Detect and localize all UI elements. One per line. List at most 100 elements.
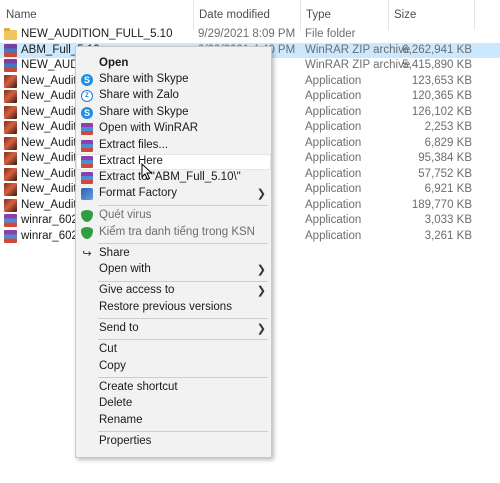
- menu-item-format-factory[interactable]: Format Factory ❯: [76, 186, 271, 202]
- menu-item-label: Cut: [99, 343, 117, 355]
- menu-item-label: Format Factory: [99, 187, 177, 199]
- file-size: 6,921 KB: [424, 183, 472, 195]
- winrar-icon: [4, 229, 17, 243]
- column-divider[interactable]: [300, 0, 301, 30]
- menu-separator: [98, 318, 268, 319]
- menu-item-rename[interactable]: Rename: [76, 413, 271, 429]
- zip-archive-icon: [4, 43, 17, 57]
- file-type: Application: [305, 74, 362, 87]
- column-header-bar: Name Date modified Type Size: [0, 0, 500, 30]
- chevron-right-icon: ❯: [256, 285, 266, 297]
- menu-item-label: Create shortcut: [99, 381, 178, 393]
- menu-separator: [98, 339, 268, 340]
- file-type: Application: [305, 214, 362, 226]
- file-type: Application: [305, 183, 362, 195]
- menu-item-label: Open with: [99, 263, 151, 275]
- menu-item-scan-virus[interactable]: Quét virus: [76, 208, 271, 224]
- menu-item-label: Properties: [99, 435, 152, 447]
- menu-separator: [98, 377, 268, 378]
- file-type: Application: [305, 105, 362, 118]
- menu-item-open-with[interactable]: Open with ❯: [76, 262, 271, 278]
- menu-item-label: Rename: [99, 414, 143, 426]
- menu-item-label: Extract to "ABM_Full_5.10\": [99, 171, 241, 183]
- menu-item-create-shortcut[interactable]: Create shortcut: [76, 380, 271, 396]
- column-divider[interactable]: [388, 0, 389, 30]
- menu-item-label: Send to: [99, 322, 139, 334]
- menu-item-share[interactable]: ↪ Share: [76, 246, 271, 262]
- column-header-type[interactable]: Type: [306, 9, 331, 21]
- menu-item-share-with-skype[interactable]: S Share with Skype: [76, 72, 271, 88]
- winrar-icon: [81, 140, 93, 152]
- share-icon: ↪: [82, 248, 92, 260]
- winrar-icon: [81, 123, 93, 135]
- file-type: Application: [305, 90, 362, 102]
- column-divider[interactable]: [474, 0, 475, 30]
- menu-item-label: Delete: [99, 397, 133, 409]
- menu-item-label: Open: [99, 57, 129, 69]
- winrar-icon: [4, 214, 17, 227]
- application-icon: [4, 152, 17, 165]
- menu-item-ksn-reputation[interactable]: Kiểm tra danh tiếng trong KSN: [76, 225, 271, 241]
- file-size: 5,415,890 KB: [402, 59, 472, 71]
- menu-separator: [98, 281, 268, 282]
- menu-item-label: Copy: [99, 360, 126, 372]
- context-menu: Open S Share with Skype Z Share with Zal…: [75, 46, 272, 458]
- menu-item-extract-here[interactable]: Extract Here: [76, 154, 271, 170]
- chevron-right-icon: ❯: [256, 188, 266, 200]
- winrar-icon: [81, 172, 93, 184]
- menu-item-restore-previous-versions[interactable]: Restore previous versions: [76, 300, 271, 316]
- file-type: Application: [305, 167, 362, 180]
- menu-item-label: Share: [99, 247, 130, 259]
- file-size: 126,102 KB: [411, 105, 472, 118]
- skype-icon: S: [81, 74, 93, 86]
- application-icon: [4, 136, 17, 150]
- file-size: 2,253 KB: [424, 121, 472, 133]
- menu-item-label: Extract files...: [99, 139, 169, 151]
- menu-item-extract-files[interactable]: Extract files...: [76, 138, 271, 154]
- menu-item-label: Restore previous versions: [99, 301, 232, 313]
- file-type: Application: [305, 198, 362, 211]
- menu-item-share-with-zalo[interactable]: Z Share with Zalo: [76, 88, 271, 104]
- chevron-right-icon: ❯: [256, 264, 266, 276]
- menu-item-share-with-skype-2[interactable]: S Share with Skype: [76, 105, 271, 121]
- menu-separator: [98, 243, 268, 244]
- shield-icon: [81, 210, 93, 222]
- file-size: 6,262,941 KB: [402, 43, 472, 56]
- application-icon: [4, 121, 17, 134]
- column-header-date-modified[interactable]: Date modified: [199, 9, 270, 21]
- skype-icon: S: [81, 107, 93, 119]
- menu-item-label: Extract Here: [99, 155, 163, 167]
- menu-item-copy[interactable]: Copy: [76, 359, 271, 375]
- file-size: 3,033 KB: [424, 214, 472, 226]
- file-type: File folder: [305, 28, 356, 40]
- column-header-size[interactable]: Size: [394, 9, 416, 21]
- zalo-icon: Z: [81, 90, 93, 102]
- file-size: 57,752 KB: [418, 167, 472, 180]
- menu-item-label: Kiểm tra danh tiếng trong KSN: [99, 226, 255, 238]
- menu-item-delete[interactable]: Delete: [76, 396, 271, 412]
- file-name: NEW_AUDITION_FULL_5.10: [21, 28, 173, 40]
- file-date: 9/29/2021 8:09 PM: [198, 28, 296, 40]
- application-icon: [4, 90, 17, 103]
- menu-item-open[interactable]: Open: [76, 56, 271, 72]
- menu-item-send-to[interactable]: Send to ❯: [76, 321, 271, 337]
- file-type: Application: [305, 121, 362, 133]
- menu-item-give-access-to[interactable]: Give access to ❯: [76, 283, 271, 299]
- format-factory-icon: [81, 188, 93, 200]
- shield-icon: [81, 227, 93, 239]
- menu-item-extract-to-folder[interactable]: Extract to "ABM_Full_5.10\": [76, 170, 271, 186]
- file-type: Application: [305, 136, 362, 149]
- folder-icon: [4, 28, 17, 40]
- column-header-name[interactable]: Name: [6, 9, 37, 21]
- file-size: 189,770 KB: [411, 198, 472, 211]
- menu-item-open-with-winrar[interactable]: Open with WinRAR: [76, 121, 271, 137]
- file-size: 3,261 KB: [424, 229, 472, 242]
- file-size: 95,384 KB: [418, 152, 472, 164]
- menu-item-properties[interactable]: Properties: [76, 434, 271, 450]
- column-divider[interactable]: [193, 0, 194, 30]
- menu-item-label: Share with Skype: [99, 73, 189, 85]
- menu-item-label: Share with Skype: [99, 106, 189, 118]
- file-row[interactable]: NEW_AUDITION_FULL_5.10 9/29/2021 8:09 PM…: [0, 27, 500, 43]
- menu-item-cut[interactable]: Cut: [76, 342, 271, 358]
- file-type: Application: [305, 152, 362, 164]
